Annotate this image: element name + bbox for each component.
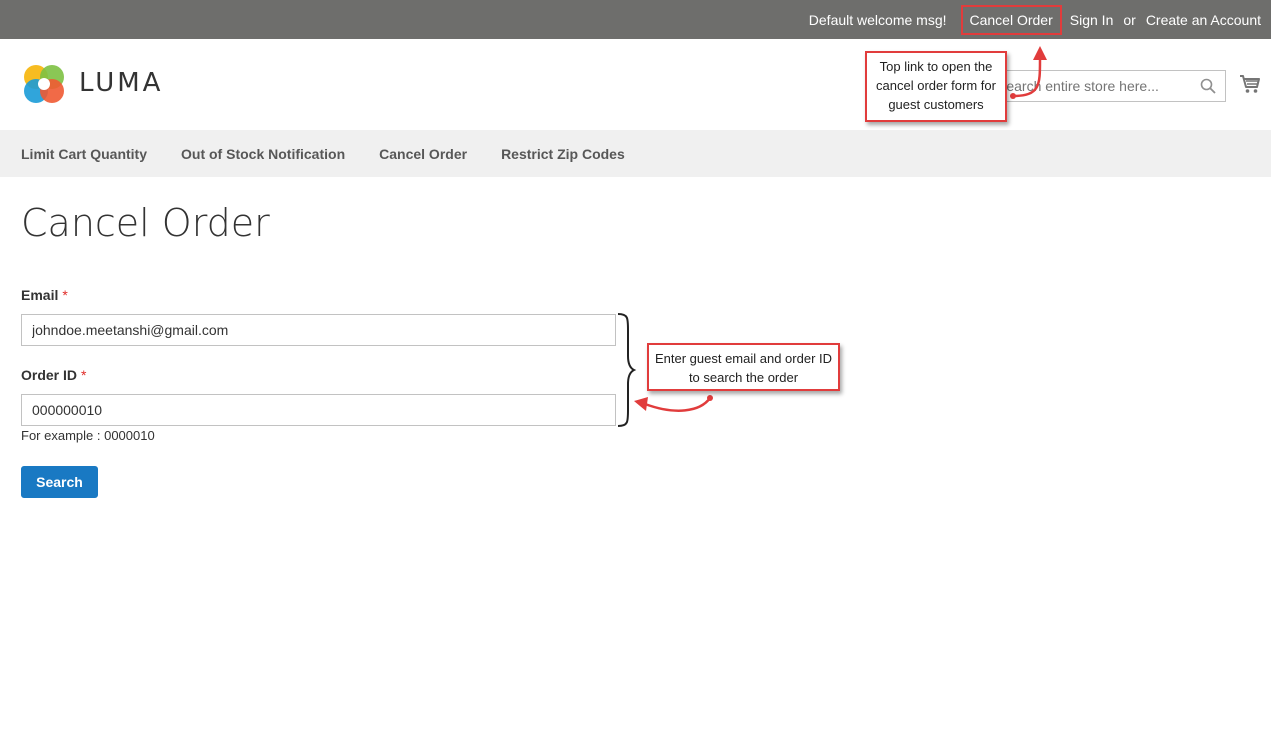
top-panel: Default welcome msg! Cancel Order Sign I… — [0, 0, 1271, 39]
form-arrow-dot — [707, 395, 713, 401]
email-label: Email * — [21, 287, 68, 303]
search-box — [986, 70, 1226, 102]
nav-item-restrict-zip-codes[interactable]: Restrict Zip Codes — [501, 146, 625, 162]
email-label-text: Email — [21, 287, 59, 303]
nav-item-limit-cart-quantity[interactable]: Limit Cart Quantity — [21, 146, 147, 162]
order-id-label-text: Order ID — [21, 367, 78, 383]
main-navigation: Limit Cart Quantity Out of Stock Notific… — [0, 130, 1271, 177]
search-input[interactable] — [987, 71, 1187, 101]
page-title: Cancel Order — [21, 201, 270, 245]
order-id-label: Order ID * — [21, 367, 86, 383]
page-header: LUMA — [0, 39, 1271, 130]
search-button[interactable]: Search — [21, 466, 98, 498]
header-links: Default welcome msg! Cancel Order Sign I… — [809, 0, 1261, 39]
top-link-callout: Top link to open the cancel order form f… — [865, 51, 1007, 122]
cancel-order-link[interactable]: Cancel Order — [960, 4, 1062, 35]
create-account-link[interactable]: Create an Account — [1146, 12, 1261, 28]
magnifier-icon[interactable] — [1200, 78, 1216, 94]
welcome-message: Default welcome msg! — [808, 11, 947, 28]
form-callout: Enter guest email and order ID to search… — [647, 343, 840, 391]
logo-text[interactable]: LUMA — [79, 68, 163, 98]
form-arrowhead — [634, 397, 648, 411]
luma-logo-icon[interactable] — [21, 61, 67, 107]
nav-item-out-of-stock-notification[interactable]: Out of Stock Notification — [181, 146, 345, 162]
form-arrow — [644, 397, 712, 412]
cart-icon[interactable] — [1239, 73, 1261, 95]
order-id-field[interactable] — [21, 394, 616, 426]
order-id-example-note: For example : 0000010 — [21, 428, 155, 443]
or-separator: or — [1123, 11, 1136, 28]
order-id-required-mark: * — [81, 367, 87, 383]
form-brace — [617, 313, 637, 427]
nav-item-cancel-order[interactable]: Cancel Order — [379, 146, 467, 162]
email-field[interactable] — [21, 314, 616, 346]
email-required-mark: * — [62, 287, 68, 303]
sign-in-link[interactable]: Sign In — [1070, 12, 1114, 28]
